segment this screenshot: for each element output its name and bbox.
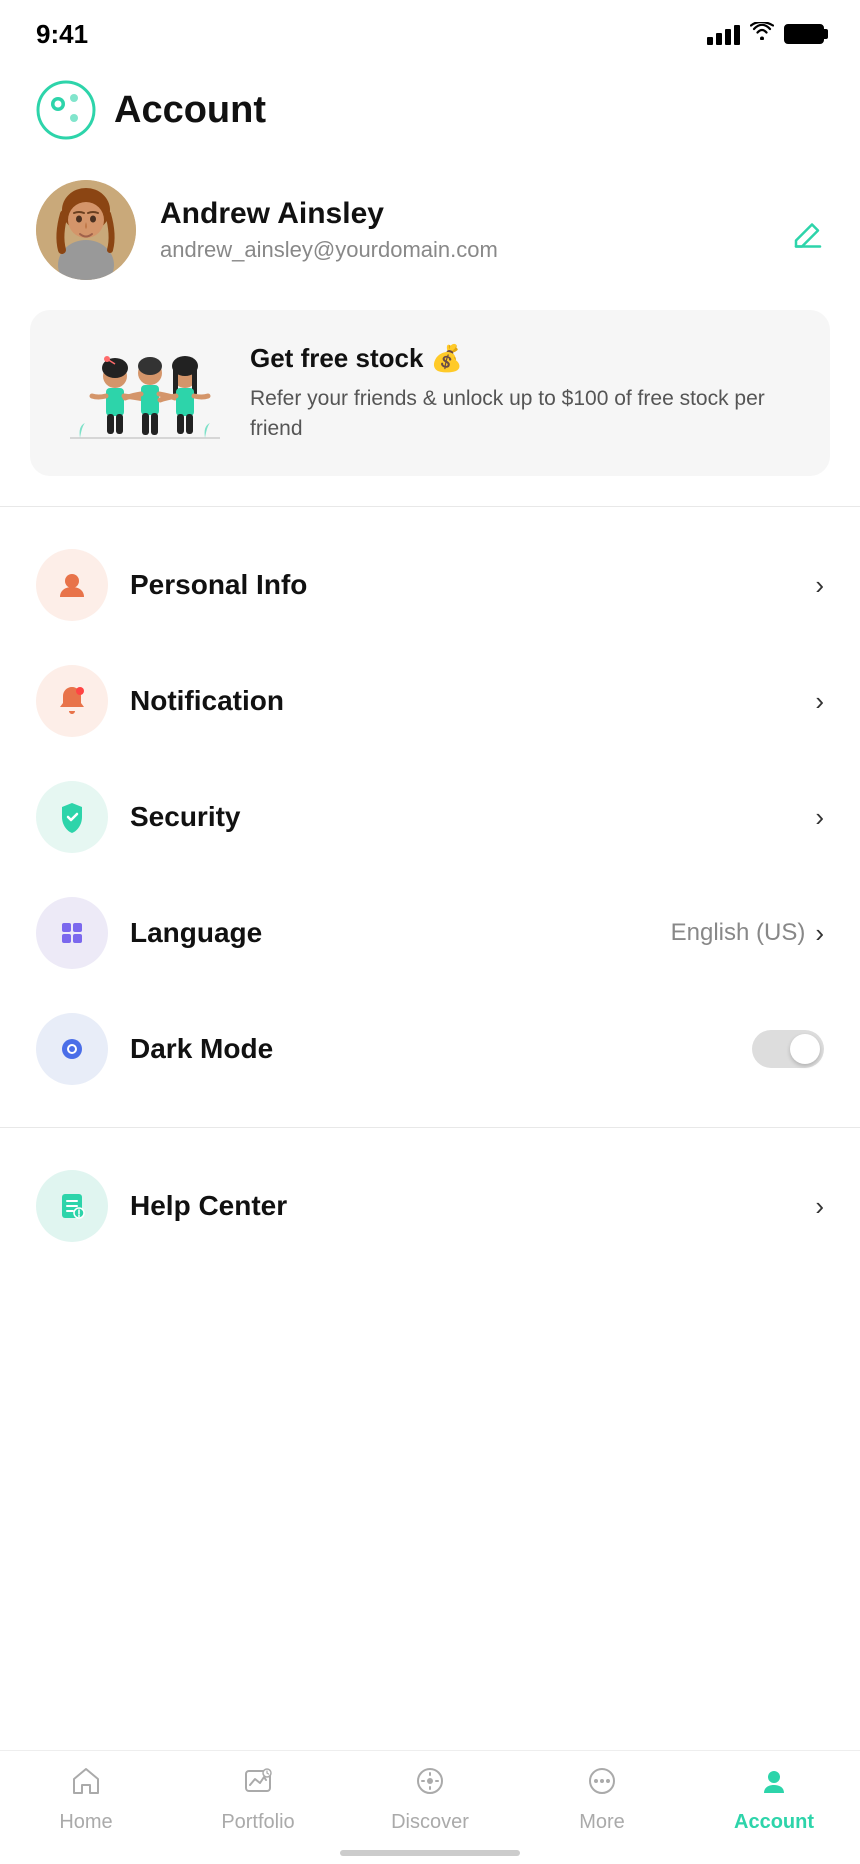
notification-icon-wrap [36,665,108,737]
referral-title: Get free stock 💰 [250,343,800,374]
menu-list-bottom: Help Center › [0,1138,860,1274]
section-divider-top [0,506,860,507]
security-label: Security [130,801,815,833]
menu-item-notification[interactable]: Notification › [0,643,860,759]
nav-item-discover[interactable]: Discover [365,1765,495,1834]
edit-profile-button[interactable] [792,221,824,260]
personal-info-icon-wrap [36,549,108,621]
security-icon-wrap [36,781,108,853]
language-chevron: › [815,918,824,949]
help-center-label: Help Center [130,1190,815,1222]
more-icon [586,1765,618,1805]
status-icons [707,22,824,46]
help-center-chevron: › [815,1191,824,1222]
discover-icon [414,1765,446,1805]
menu-item-language[interactable]: Language English (US) › [0,875,860,991]
page-title: Account [114,89,266,132]
language-icon-wrap [36,897,108,969]
nav-item-more[interactable]: More [537,1765,667,1834]
status-bar: 9:41 [0,0,860,60]
nav-label-portfolio: Portfolio [221,1811,294,1834]
notification-chevron: › [815,686,824,717]
status-time: 9:41 [36,19,88,50]
referral-text: Get free stock 💰 Refer your friends & un… [250,343,800,443]
section-divider-bottom [0,1127,860,1128]
nav-item-account[interactable]: Account [709,1765,839,1834]
personal-info-chevron: › [815,570,824,601]
menu-item-security[interactable]: Security › [0,759,860,875]
dark-mode-label: Dark Mode [130,1033,752,1065]
nav-label-home: Home [59,1811,112,1834]
nav-label-account: Account [734,1811,814,1834]
menu-item-help-center[interactable]: Help Center › [0,1148,860,1264]
language-value: English (US) [671,919,806,947]
page-header: Account [0,60,860,170]
account-icon [758,1765,790,1805]
portfolio-icon [242,1765,274,1805]
referral-card[interactable]: Get free stock 💰 Refer your friends & un… [30,310,830,476]
battery-icon [784,24,824,44]
referral-illustration [60,338,230,448]
profile-name: Andrew Ainsley [160,197,824,231]
bottom-nav: Home Portfolio Discover [0,1750,860,1864]
home-indicator [340,1850,520,1856]
nav-label-more: More [579,1811,625,1834]
menu-item-dark-mode[interactable]: Dark Mode [0,991,860,1107]
security-chevron: › [815,802,824,833]
dark-mode-toggle[interactable] [752,1030,824,1068]
wifi-icon [750,22,774,46]
profile-info: Andrew Ainsley andrew_ainsley@yourdomain… [160,197,824,263]
notification-label: Notification [130,685,815,717]
avatar [36,180,136,280]
nav-item-home[interactable]: Home [21,1765,151,1834]
profile-section: Andrew Ainsley andrew_ainsley@yourdomain… [0,170,860,310]
referral-description: Refer your friends & unlock up to $100 o… [250,384,800,443]
nav-item-portfolio[interactable]: Portfolio [193,1765,323,1834]
home-icon [70,1765,102,1805]
help-center-icon-wrap [36,1170,108,1242]
menu-item-personal-info[interactable]: Personal Info › [0,527,860,643]
toggle-knob [790,1034,820,1064]
menu-list: Personal Info › Notification › Security … [0,517,860,1117]
app-logo-icon [36,80,96,140]
signal-icon [707,23,740,45]
language-label: Language [130,917,671,949]
personal-info-label: Personal Info [130,569,815,601]
nav-label-discover: Discover [391,1811,469,1834]
profile-email: andrew_ainsley@yourdomain.com [160,237,824,263]
dark-mode-icon-wrap [36,1013,108,1085]
